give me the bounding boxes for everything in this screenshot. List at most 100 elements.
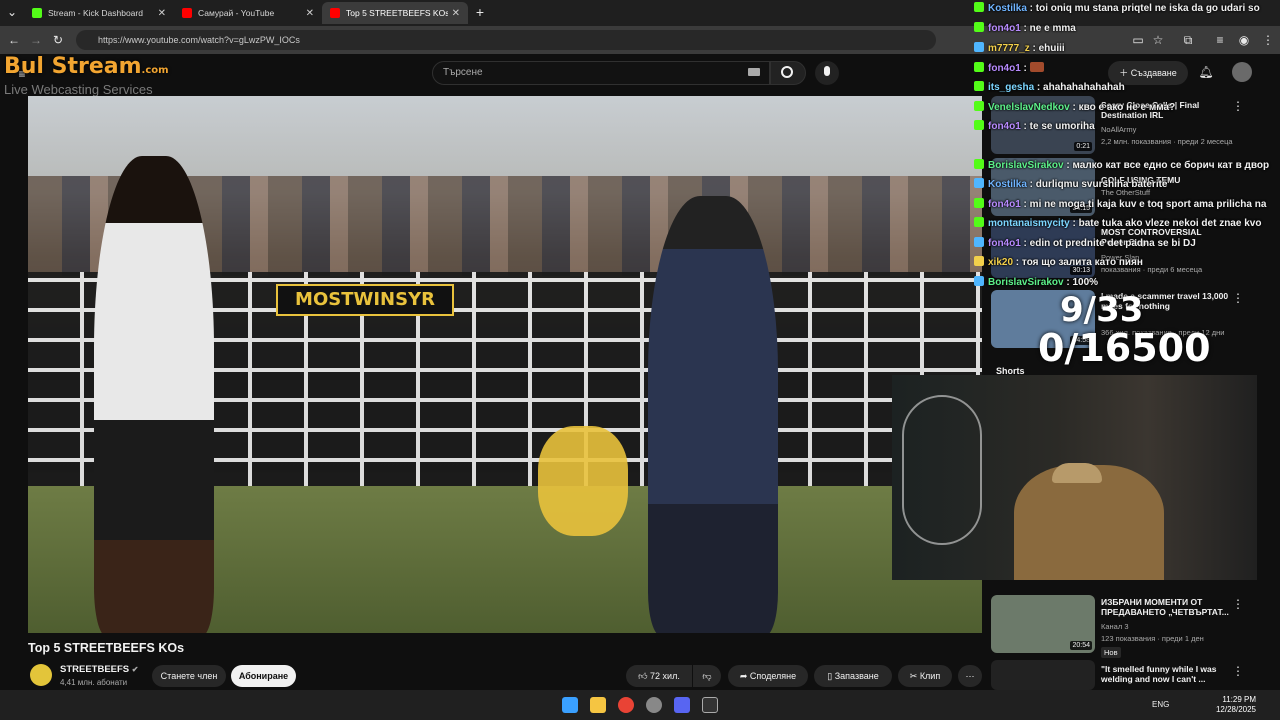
emote-icon: [1029, 62, 1044, 72]
profile-icon[interactable]: ◉: [1236, 32, 1252, 48]
chat-badge-icon: [974, 81, 984, 91]
cast-icon[interactable]: ▭: [1130, 32, 1146, 48]
channel-avatar[interactable]: [30, 664, 52, 686]
reload-icon[interactable]: ↻: [50, 32, 66, 48]
fighter-right: [648, 196, 778, 633]
counter-top: 9/33: [1060, 290, 1144, 330]
chat-message: BorislavSirakov : 100%: [974, 276, 1098, 291]
media-controls-icon[interactable]: ≡: [1212, 32, 1228, 48]
streamer-webcam: [892, 375, 1257, 580]
more-options-icon[interactable]: ⋮: [1230, 290, 1246, 306]
obs-icon[interactable]: [646, 697, 662, 713]
close-tab-icon[interactable]: ✕: [306, 8, 314, 19]
recommendation-channel[interactable]: NoAllArmy: [1101, 125, 1136, 134]
recommendation-thumbnail[interactable]: [991, 660, 1095, 690]
extensions-icon[interactable]: ⧉: [1180, 32, 1196, 48]
share-button[interactable]: ➦ Споделяне: [728, 665, 808, 687]
new-tab-button[interactable]: +: [472, 4, 488, 20]
chat-message: Kostilka : toi oniq mu stana priqtel ne …: [974, 2, 1260, 17]
chat-badge-icon: [974, 256, 984, 266]
close-tab-icon[interactable]: ✕: [452, 8, 460, 19]
chat-message: its_gesha : ahahahahahahah: [974, 81, 1125, 96]
plus-icon: ＋: [1119, 68, 1131, 78]
scissors-icon: ✂: [909, 671, 920, 681]
chat-message: BorislavSirakov : малко кат все едно се …: [974, 159, 1269, 174]
chat-badge-icon: [974, 101, 984, 111]
notifications-bell-icon[interactable]: 🔔︎: [1198, 64, 1214, 80]
share-icon: ➦: [739, 671, 750, 681]
more-actions-button[interactable]: ⋯: [958, 665, 982, 687]
chat-message: fon4o1 : ne e mma: [974, 22, 1076, 37]
chat-badge-icon: [974, 62, 984, 72]
join-button[interactable]: Станете член: [152, 665, 226, 687]
search-input[interactable]: Търсене: [432, 61, 770, 85]
language-indicator[interactable]: ENG: [1152, 700, 1169, 709]
url-field[interactable]: https://www.youtube.com/watch?v=gLwzPW_I…: [76, 30, 936, 50]
chat-message: montanaismycity : bate tuka ako vleze ne…: [974, 217, 1261, 232]
bulstream-logo-subtitle: Live Webcasting Services: [4, 82, 153, 97]
shorts-label[interactable]: Shorts: [996, 366, 1025, 376]
tab-streetbeefs-youtube[interactable]: Top 5 STREETBEEFS KOs - YouTube ✕: [322, 2, 468, 24]
windows-start-icon[interactable]: [562, 697, 578, 713]
chat-badge-icon: [974, 22, 984, 32]
file-explorer-icon[interactable]: [590, 697, 606, 713]
chat-message: fon4o1 : mi ne moga ti kaja kuv e toq sp…: [974, 198, 1266, 213]
bookmark-icon: ▯: [827, 671, 835, 681]
bookmark-star-icon[interactable]: ☆: [1150, 32, 1166, 48]
thumbs-down-icon: 👎︎: [702, 671, 712, 681]
video-title: Top 5 STREETBEEFS KOs: [28, 641, 185, 655]
dislike-button[interactable]: 👎︎: [693, 665, 721, 687]
chat-badge-icon: [974, 217, 984, 227]
back-arrow-icon[interactable]: ←: [6, 32, 22, 48]
chat-message: VenelslavNedkov : кво е ако не е мма?: [974, 101, 1175, 116]
kick-favicon-icon: [32, 8, 42, 18]
youtube-favicon-icon: [330, 8, 340, 18]
system-clock[interactable]: 11:29 PM 12/28/2025: [1212, 695, 1256, 715]
cobra-logo-icon: [538, 426, 628, 536]
verified-icon: ✔: [131, 665, 139, 674]
tab-search-icon[interactable]: ⌄: [4, 4, 20, 20]
channel-subscribers: 4,41 млн. абонати: [60, 678, 128, 687]
account-avatar[interactable]: [1232, 62, 1252, 82]
recommendation-stats: 123 показвания · преди 1 ден: [1101, 634, 1204, 643]
tab-samurai-youtube[interactable]: Самурай - YouTube ✕: [174, 2, 322, 24]
menu-kebab-icon[interactable]: ⋮: [1260, 32, 1276, 48]
search-button[interactable]: [770, 61, 806, 85]
chat-message: fon4o1 : te se umoriha: [974, 120, 1095, 135]
close-tab-icon[interactable]: ✕: [158, 8, 166, 19]
youtube-favicon-icon: [182, 8, 192, 18]
chat-badge-icon: [974, 120, 984, 130]
keyboard-icon[interactable]: [748, 68, 760, 76]
save-button[interactable]: ▯ Запазване: [814, 665, 892, 687]
terminal-icon[interactable]: [702, 697, 718, 713]
bulstream-logo: Bul Stream.com: [4, 54, 169, 79]
recommendation-title[interactable]: "It smelled funny while I was welding an…: [1101, 664, 1229, 684]
recommendation-channel[interactable]: Канал 3: [1101, 622, 1128, 631]
recommendation-title[interactable]: ИЗБРАНИ МОМЕНТИ ОТ ПРЕДАВАНЕТО „ЧЕТВЪРТА…: [1101, 597, 1229, 617]
recommendation-stats: 2,2 млн. показвания · преди 2 месеца: [1101, 137, 1233, 146]
search-icon: [781, 66, 793, 78]
hanging-chair: [902, 395, 982, 545]
chat-message: fon4o1 :: [974, 62, 1048, 77]
clip-button[interactable]: ✂ Клип: [898, 665, 952, 687]
subscribe-button[interactable]: Абониране: [231, 665, 296, 687]
chat-badge-icon: [974, 237, 984, 247]
streamer-cap: [1052, 463, 1102, 483]
discord-icon[interactable]: [674, 697, 690, 713]
tab-kick-dashboard[interactable]: Stream - Kick Dashboard ✕: [24, 2, 174, 24]
recommendation-thumbnail[interactable]: 20:54: [991, 595, 1095, 653]
channel-name[interactable]: STREETBEEFS ✔: [60, 664, 139, 675]
video-banner-text: MOSTWINSYR: [276, 284, 454, 316]
thumbs-up-icon: 👍︎: [638, 671, 651, 681]
like-button[interactable]: 👍︎ 72 хил.: [626, 665, 692, 687]
more-options-icon[interactable]: ⋮: [1230, 596, 1246, 612]
voice-search-button[interactable]: [815, 61, 839, 85]
chat-message: m7777_z : ehuiii: [974, 42, 1065, 57]
video-player[interactable]: MOSTWINSYR: [28, 96, 982, 633]
chat-badge-icon: [974, 159, 984, 169]
chrome-icon[interactable]: [618, 697, 634, 713]
more-options-icon[interactable]: ⋮: [1230, 98, 1246, 114]
chat-badge-icon: [974, 178, 984, 188]
forward-arrow-icon[interactable]: →: [28, 32, 44, 48]
more-options-icon[interactable]: ⋮: [1230, 663, 1246, 679]
